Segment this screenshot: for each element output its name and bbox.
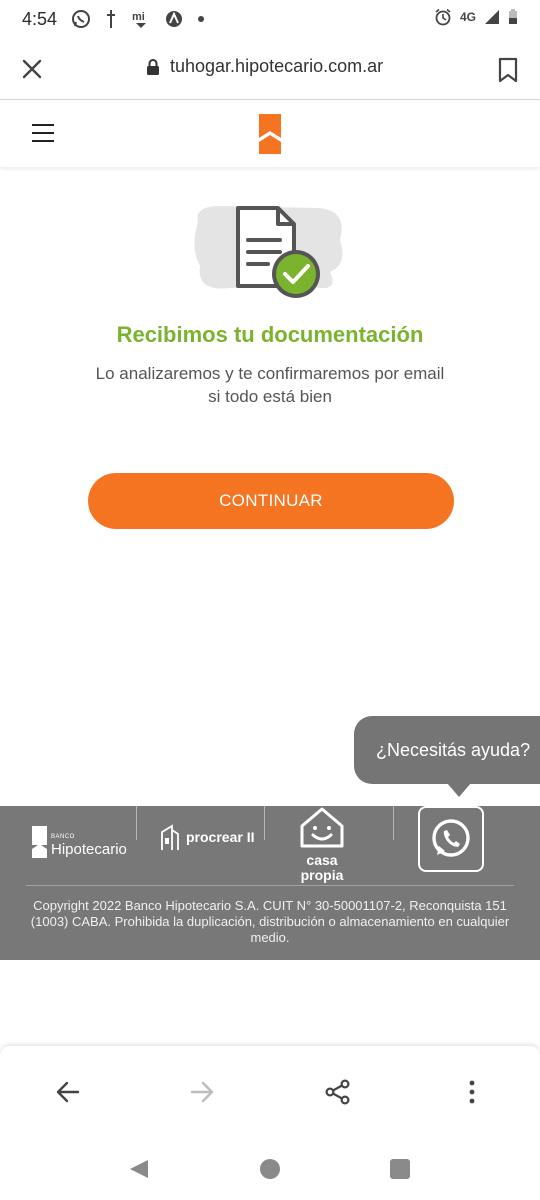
browser-url-bar: tuhogar.hipotecario.com.ar (0, 38, 540, 100)
footer-logos: BANCO Hipotecario procrear II casa propi… (0, 806, 540, 884)
site-header (0, 101, 540, 167)
status-notification-icons: mi (71, 9, 205, 29)
whatsapp-icon (72, 10, 91, 28)
forward-arrow-icon[interactable] (188, 1078, 216, 1106)
mi-icon: mi (132, 11, 147, 28)
nav-home-icon[interactable] (260, 1159, 280, 1179)
status-system-icons: 4G (434, 8, 518, 26)
svg-text:mi: mi (132, 11, 145, 23)
whatsapp-icon (432, 819, 470, 857)
copyright-text: Copyright 2022 Banco Hipotecario S.A. CU… (30, 898, 510, 945)
page: 4:54 mi 4G tuhogar.hipotecario.com.ar Re… (0, 0, 540, 1200)
alarm-icon (435, 8, 451, 26)
footer: BANCO Hipotecario procrear II casa propi… (0, 806, 540, 960)
nav-recents-icon[interactable] (390, 1159, 410, 1179)
hipotecario-mark-icon (32, 826, 47, 858)
url-text: tuhogar.hipotecario.com.ar (170, 56, 384, 76)
casa-propia-house-icon (300, 807, 344, 848)
network-label: 4G (459, 10, 476, 24)
footer-divider (393, 806, 394, 840)
lock-icon (147, 58, 159, 75)
status-bar: 4:54 mi 4G (0, 0, 540, 38)
cross-icon (107, 10, 116, 28)
procrear-name: procrear II (186, 829, 255, 845)
status-time: 4:54 (22, 8, 58, 29)
hipotecario-logo[interactable] (259, 114, 281, 154)
help-bubble-tail (447, 783, 471, 797)
page-description: Lo analizaremos y te confirmaremos por e… (95, 364, 445, 406)
compass-icon (166, 11, 183, 27)
continue-button[interactable]: CONTINUAR (88, 473, 454, 529)
close-icon[interactable] (20, 57, 44, 81)
help-bubble-text: ¿Necesitás ayuda? (376, 739, 531, 760)
share-icon[interactable] (324, 1078, 352, 1106)
dot-icon (198, 16, 205, 22)
nav-back-icon[interactable] (128, 1158, 150, 1180)
footer-rule (26, 885, 514, 886)
footer-divider (264, 806, 265, 840)
back-arrow-icon[interactable] (54, 1078, 82, 1106)
casa-propia-logo[interactable]: casa propia (294, 806, 350, 883)
procrear-logo[interactable]: procrear II (160, 822, 254, 852)
url-field[interactable]: tuhogar.hipotecario.com.ar (146, 56, 383, 77)
bookmark-icon[interactable] (496, 56, 520, 84)
page-title: Recibimos tu documentación (116, 322, 424, 347)
footer-divider (136, 806, 137, 840)
help-bubble[interactable]: ¿Necesitás ayuda? (354, 716, 540, 784)
android-nav-bar (0, 1138, 540, 1200)
whatsapp-button[interactable] (418, 806, 484, 872)
menu-icon[interactable] (32, 124, 54, 144)
casa-line-1: casa (306, 852, 338, 868)
more-vert-icon[interactable] (458, 1078, 486, 1106)
hipotecario-footer-logo[interactable]: BANCO Hipotecario (32, 826, 127, 858)
hipotecario-small-label: BANCO (51, 834, 75, 840)
procrear-house-icon (161, 824, 179, 850)
casa-line-2: propia (300, 867, 344, 883)
signal-icon (485, 10, 499, 24)
hipotecario-name: Hipotecario (51, 841, 127, 858)
document-check-illustration (194, 206, 343, 298)
browser-toolbar (0, 1046, 540, 1138)
battery-icon (509, 9, 517, 24)
